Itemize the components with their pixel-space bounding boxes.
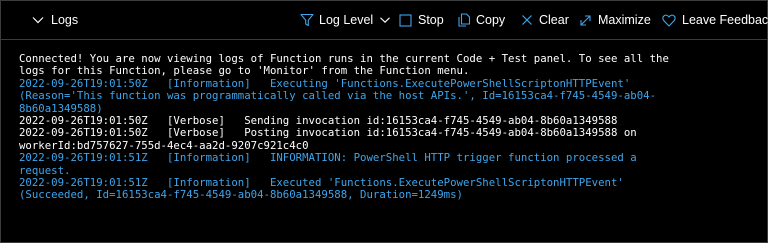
logs-collapse-button[interactable]: Logs xyxy=(31,1,78,39)
stop-button[interactable]: Stop xyxy=(399,1,444,39)
log-output: Connected! You are now viewing logs of F… xyxy=(19,52,759,202)
filter-icon xyxy=(300,13,314,27)
close-icon xyxy=(522,15,532,25)
clear-label: Clear xyxy=(539,13,569,27)
log-level-dropdown[interactable]: Log Level xyxy=(300,1,391,39)
leave-feedback-button[interactable]: Leave Feedback xyxy=(662,1,768,39)
copy-button[interactable]: Copy xyxy=(457,1,505,39)
log-line: (Succeeded, Id=16153ca4-f745-4549-ab04-8… xyxy=(19,188,463,202)
maximize-button[interactable]: Maximize xyxy=(579,1,651,39)
chevron-down-icon xyxy=(32,17,44,24)
heart-icon xyxy=(662,14,676,27)
log-panel: Logs Log Level Stop Copy Clear Maximize … xyxy=(0,0,768,243)
log-line: (Reason='This function was programmatica… xyxy=(19,89,657,103)
log-line: 2022-09-26T19:01:50Z [Verbose] Posting i… xyxy=(19,126,637,140)
log-level-label: Log Level xyxy=(319,13,374,27)
log-line: 2022-09-26T19:01:51Z [Information] INFOR… xyxy=(19,151,637,165)
copy-label: Copy xyxy=(476,13,506,27)
log-line: logs for this Function, please go to 'Mo… xyxy=(19,64,470,78)
stop-label: Stop xyxy=(418,13,444,27)
stop-icon xyxy=(399,13,412,27)
leave-feedback-label: Leave Feedback xyxy=(682,13,768,27)
copy-icon xyxy=(458,13,471,27)
clear-button[interactable]: Clear xyxy=(521,1,569,39)
maximize-label: Maximize xyxy=(598,13,651,27)
maximize-icon xyxy=(580,14,591,26)
chevron-down-icon xyxy=(380,17,391,23)
logs-label: Logs xyxy=(51,13,79,27)
log-toolbar: Logs Log Level Stop Copy Clear Maximize … xyxy=(1,1,768,40)
